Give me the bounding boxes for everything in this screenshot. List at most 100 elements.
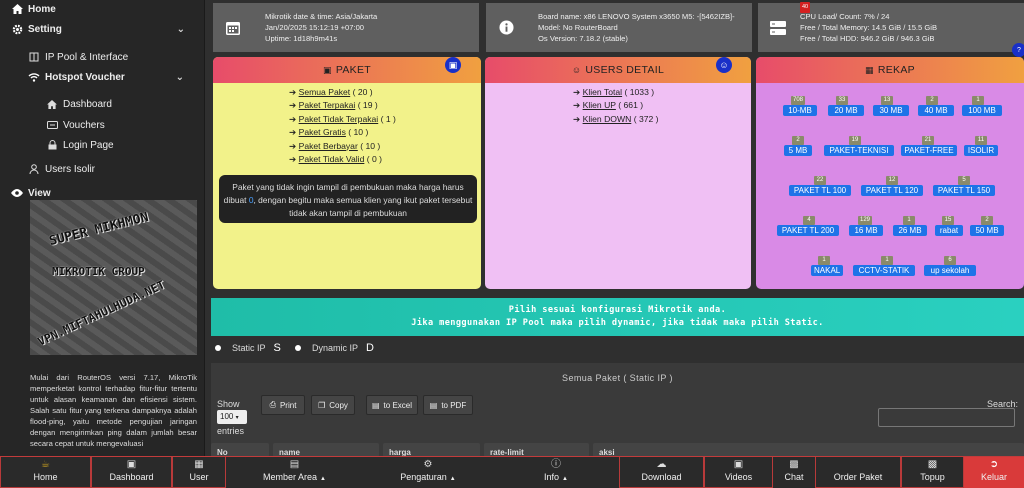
radio-dot[interactable] bbox=[295, 345, 301, 351]
rekap-tag[interactable]: PAKET TL 200 bbox=[777, 225, 839, 236]
board-name: Board name: x86 LENOVO System x3650 M5: … bbox=[538, 12, 735, 21]
nav-member-area-button[interactable]: ▤ Member Area ▲ bbox=[226, 457, 363, 488]
sidebar-item-home[interactable]: Home bbox=[11, 3, 56, 15]
column-header-aksi[interactable]: aksi bbox=[593, 443, 1024, 457]
ticket-icon bbox=[46, 119, 58, 131]
copy-button[interactable]: ❐ Copy bbox=[311, 395, 355, 415]
video-icon: ▣ bbox=[733, 459, 744, 470]
list-item[interactable]: ➔ Paket Terpakai ( 19 ) bbox=[289, 99, 396, 112]
rekap-tag[interactable]: 10-MB bbox=[783, 105, 817, 116]
home-icon bbox=[46, 98, 58, 110]
tag-count: 2 bbox=[926, 96, 938, 105]
rekap-tag[interactable]: PAKET-FREE bbox=[901, 145, 957, 156]
tag-count: 11 bbox=[975, 136, 987, 145]
nav-info-button[interactable]: ⓘ Info ▲ bbox=[493, 457, 619, 488]
list-item[interactable]: ➔ Paket Tidak Terpakai ( 1 ) bbox=[289, 113, 396, 126]
users-link[interactable]: Klien UP bbox=[583, 100, 616, 110]
rekap-tag[interactable]: 20 MB bbox=[828, 105, 864, 116]
rekap-tag[interactable]: rabat bbox=[935, 225, 963, 236]
list-item[interactable]: ➔ Klien Total ( 1033 ) bbox=[573, 86, 659, 99]
paket-link[interactable]: Semua Paket bbox=[299, 87, 351, 97]
nav-user-button[interactable]: ▦ User bbox=[172, 457, 226, 488]
list-item[interactable]: ➔ Semua Paket ( 20 ) bbox=[289, 86, 396, 99]
sidebar-item-vouchers[interactable]: Vouchers bbox=[46, 119, 105, 131]
rekap-tag[interactable]: 26 MB bbox=[893, 225, 927, 236]
tag-count: 13 bbox=[881, 96, 893, 105]
sidebar-item-view[interactable]: View bbox=[11, 187, 51, 199]
server-icon bbox=[758, 20, 798, 35]
list-item[interactable]: ➔ Paket Gratis ( 10 ) bbox=[289, 126, 396, 139]
excel-button[interactable]: ▤ to Excel bbox=[366, 395, 418, 415]
rekap-tag[interactable]: CCTV-STATIK bbox=[853, 265, 915, 276]
pdf-button[interactable]: ▤ to PDF bbox=[423, 395, 473, 415]
nav-order-paket-button[interactable]: .Order Paket bbox=[815, 457, 901, 488]
banner-line: Pilih sesuai konfigurasi Mikrotik anda. bbox=[508, 305, 727, 315]
rekap-tag[interactable]: 50 MB bbox=[970, 225, 1004, 236]
sidebar-item-setting[interactable]: Setting ⌄ bbox=[11, 23, 201, 35]
rekap-tag[interactable]: PAKET-TEKNISI bbox=[824, 145, 894, 156]
sidebar-item-dashboard[interactable]: Dashboard bbox=[46, 98, 112, 110]
sliders-icon bbox=[28, 51, 40, 63]
sidebar-description: Mulai dari RouterOS versi 7.17, MikroTik… bbox=[30, 373, 197, 448]
rekap-tag[interactable]: 30 MB bbox=[873, 105, 909, 116]
rekap-tag[interactable]: 16 MB bbox=[849, 225, 883, 236]
info-icon bbox=[486, 20, 526, 35]
paket-link[interactable]: Paket Gratis bbox=[299, 127, 346, 137]
radio-dot[interactable] bbox=[215, 345, 221, 351]
users-link[interactable]: Klien DOWN bbox=[583, 114, 632, 124]
column-header-no[interactable]: No bbox=[211, 443, 269, 457]
column-header-rate-limit[interactable]: rate-limit bbox=[484, 443, 589, 457]
tag-count: 1 bbox=[818, 256, 830, 265]
paket-link[interactable]: Paket Tidak Valid bbox=[299, 154, 365, 164]
paket-table-section: Semua Paket ( Static IP ) Show 100 ▾ ent… bbox=[211, 363, 1024, 457]
column-header-harga[interactable]: harga bbox=[383, 443, 480, 457]
copy-icon: ❐ bbox=[318, 400, 326, 410]
nav-download-button[interactable]: ☁ Download bbox=[619, 457, 704, 488]
add-user-icon[interactable]: ☺ bbox=[716, 57, 732, 73]
router-datetime: Jan/20/2025 15:12:19 +07:00 bbox=[265, 23, 365, 32]
nav-pengaturan-button[interactable]: ⚙ Pengaturan ▲ bbox=[363, 457, 493, 488]
help-icon[interactable]: ? bbox=[1012, 43, 1024, 57]
nav-videos-button[interactable]: ▣ Videos bbox=[704, 457, 773, 488]
nav-home-button[interactable]: ☕ Home bbox=[0, 457, 91, 488]
print-button[interactable]: ⎙ Print bbox=[261, 395, 305, 415]
paket-link[interactable]: Paket Tidak Terpakai bbox=[299, 114, 379, 124]
list-item[interactable]: ➔ Paket Berbayar ( 10 ) bbox=[289, 140, 396, 153]
add-package-icon[interactable]: ▣ bbox=[445, 57, 461, 73]
nav-topup-button[interactable]: ▩ Topup bbox=[901, 457, 964, 488]
column-header-name[interactable]: name bbox=[273, 443, 379, 457]
rekap-tag[interactable]: 100 MB bbox=[962, 105, 1002, 116]
sidebar-item-hotspot[interactable]: Hotspot Voucher ⌄ bbox=[28, 71, 200, 83]
list-item[interactable]: ➔ Paket Tidak Valid ( 0 ) bbox=[289, 153, 396, 166]
users-link[interactable]: Klien Total bbox=[583, 87, 623, 97]
list-item[interactable]: ➔ Klien DOWN ( 372 ) bbox=[573, 113, 659, 126]
search-input[interactable] bbox=[878, 408, 1015, 427]
nav-chat-button[interactable]: ▩ Chat bbox=[773, 457, 815, 488]
static-ip-radio[interactable]: Static IP S bbox=[215, 342, 281, 354]
rekap-tag[interactable]: ISOLIR bbox=[964, 145, 998, 156]
list-item[interactable]: ➔ Klien UP ( 661 ) bbox=[573, 99, 659, 112]
dynamic-ip-radio[interactable]: Dynamic IP D bbox=[295, 342, 374, 354]
page-length-select[interactable]: 100 ▾ bbox=[217, 410, 247, 424]
rekap-tag[interactable]: NAKAL bbox=[811, 265, 843, 276]
sidebar-item-users-isolir[interactable]: Users Isolir bbox=[28, 163, 95, 175]
paket-link[interactable]: Paket Terpakai bbox=[299, 100, 356, 110]
router-timezone: Mikrotik date & time: Asia/Jakarta bbox=[265, 12, 378, 21]
rekap-tag[interactable]: 5 MB bbox=[784, 145, 812, 156]
tag-count: 129 bbox=[858, 216, 873, 225]
rekap-tag[interactable]: PAKET TL 150 bbox=[933, 185, 995, 196]
tag-count: 15 bbox=[942, 216, 954, 225]
rekap-tag[interactable]: PAKET TL 120 bbox=[861, 185, 923, 196]
users-list: ➔ Klien Total ( 1033 ) ➔ Klien UP ( 661 … bbox=[573, 86, 659, 126]
rekap-panel: ▦ REKAP 708 10-MB 33 20 MB 13 30 MB 2 40… bbox=[756, 57, 1024, 289]
paket-link[interactable]: Paket Berbayar bbox=[299, 141, 358, 151]
rekap-tag[interactable]: 40 MB bbox=[918, 105, 954, 116]
nav-dashboard-button[interactable]: ▣ Dashboard bbox=[91, 457, 172, 488]
static-key-icon: S bbox=[273, 342, 281, 354]
nav-keluar-button[interactable]: ➲ Keluar bbox=[964, 457, 1024, 488]
router-uptime: Uptime: 1d18h9m41s bbox=[265, 34, 338, 43]
rekap-tag[interactable]: up sekolah bbox=[924, 265, 976, 276]
sidebar-item-ip-pool[interactable]: IP Pool & Interface bbox=[28, 51, 128, 63]
sidebar-item-login-page[interactable]: Login Page bbox=[46, 139, 114, 151]
rekap-tag[interactable]: PAKET TL 100 bbox=[789, 185, 851, 196]
